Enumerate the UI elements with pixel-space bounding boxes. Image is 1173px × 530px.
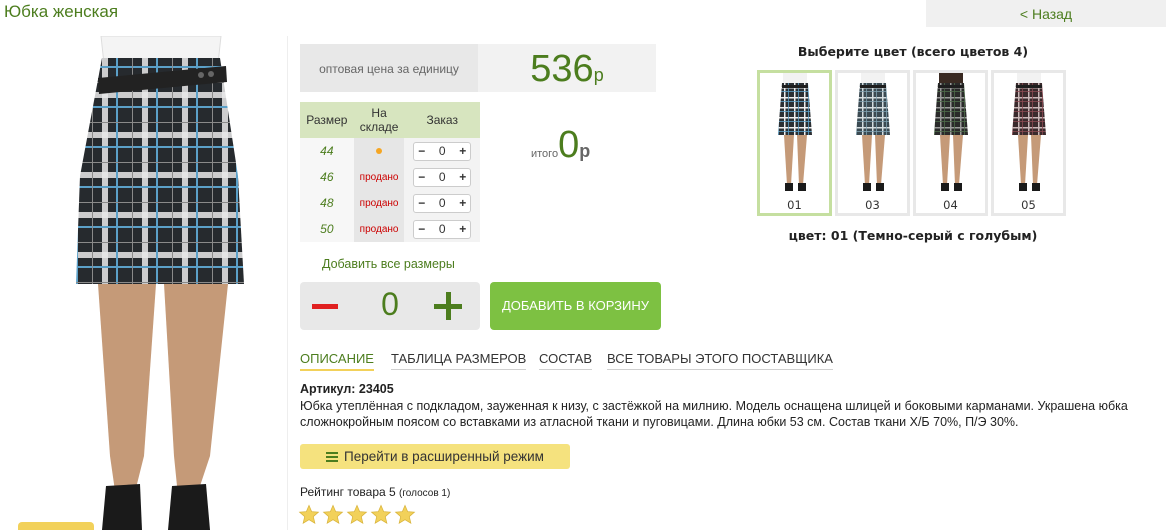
quantity-value: 0	[381, 286, 399, 322]
size-qty-plus-button[interactable]: +	[459, 222, 466, 236]
total-label: итого	[531, 148, 559, 160]
size-qty-plus-button[interactable]: +	[459, 144, 466, 158]
size-row: 50 продано −0 +	[300, 216, 480, 242]
total-box: итого0р	[531, 124, 590, 167]
price-number: 536	[530, 48, 594, 90]
size-value: 50	[300, 216, 354, 242]
article-number: Артикул: 23405	[300, 382, 394, 396]
size-qty-value[interactable]: 0	[439, 196, 446, 210]
size-row: 48 продано −0 +	[300, 190, 480, 216]
size-stock-status: продано	[353, 216, 405, 242]
page-title: Юбка женская	[4, 2, 119, 21]
tab-supplier-products[interactable]: ВСЕ ТОВАРЫ ЭТОГО ПОСТАВЩИКА	[607, 351, 833, 370]
size-qty-value[interactable]: 0	[439, 222, 446, 236]
sizes-table: Размер На складе Заказ 44−0 +46 продано −0 +…	[300, 102, 480, 242]
size-stock-status: продано	[353, 190, 405, 216]
back-link[interactable]: < Назад	[926, 0, 1166, 27]
tab-composition[interactable]: СОСТАВ	[539, 351, 593, 370]
swatch-photo	[856, 73, 890, 191]
selected-color-caption: цвет: 01 (Темно-серый с голубым)	[788, 228, 1038, 243]
tab-description[interactable]: ОПИСАНИЕ	[300, 351, 374, 371]
size-qty-stepper: −0 +	[413, 193, 472, 213]
total-value: 0	[558, 124, 580, 166]
size-order-cell: −0 +	[404, 190, 480, 216]
add-all-sizes-link[interactable]: Добавить все размеры	[322, 257, 455, 271]
color-swatch-01[interactable]: 01	[757, 70, 832, 216]
rating-line: Рейтинг товара 5 (голосов 1)	[300, 485, 450, 499]
product-main-photo[interactable]	[6, 36, 288, 530]
size-value: 44	[300, 138, 354, 164]
photo-tab-marker[interactable]	[18, 522, 94, 530]
sizes-header-stock: На складе	[353, 102, 405, 138]
star-icon[interactable]	[370, 504, 392, 526]
color-swatch-03[interactable]: 03	[835, 70, 910, 216]
size-qty-stepper: −0 +	[413, 219, 472, 239]
price-label: оптовая цена за единицу	[300, 44, 478, 92]
quantity-plus-button[interactable]	[434, 291, 462, 321]
in-stock-dot-icon	[376, 147, 383, 154]
add-to-cart-button[interactable]: ДОБАВИТЬ В КОРЗИНУ	[490, 282, 661, 330]
star-icon[interactable]	[346, 504, 368, 526]
size-qty-plus-button[interactable]: +	[459, 170, 466, 184]
size-stock-status: продано	[353, 164, 405, 190]
swatch-photo	[1012, 73, 1046, 191]
size-qty-value[interactable]: 0	[439, 144, 446, 158]
price-value: 536р	[478, 44, 656, 92]
swatch-label: 04	[943, 198, 958, 212]
swatch-label: 03	[865, 198, 880, 212]
total-currency: р	[579, 141, 591, 161]
rating-stars	[298, 504, 416, 528]
size-qty-plus-button[interactable]: +	[459, 196, 466, 210]
rating-text: Рейтинг товара 5	[300, 485, 396, 499]
size-value: 46	[300, 164, 354, 190]
quantity-stepper: 0	[300, 282, 480, 330]
extended-mode-button[interactable]: Перейти в расширенный режим	[300, 444, 570, 469]
product-description: Юбка утеплённая с подкладом, зауженная к…	[300, 399, 1128, 429]
size-qty-stepper: −0 +	[413, 141, 472, 161]
sizes-header-size: Размер	[300, 102, 354, 138]
size-row: 44 −0 +	[300, 138, 480, 164]
list-icon	[326, 451, 339, 463]
star-icon[interactable]	[394, 504, 416, 526]
swatch-label: 01	[787, 198, 802, 212]
star-icon[interactable]	[298, 504, 320, 526]
color-picker-heading: Выберите цвет (всего цветов 4)	[797, 44, 1029, 59]
size-order-cell: −0 +	[404, 216, 480, 242]
price-box: оптовая цена за единицу 536р	[300, 44, 656, 92]
size-row: 46 продано −0 +	[300, 164, 480, 190]
quantity-minus-button[interactable]	[312, 291, 340, 321]
size-qty-stepper: −0 +	[413, 167, 472, 187]
size-qty-minus-button[interactable]: −	[418, 196, 425, 210]
rating-votes: (голосов 1)	[399, 488, 451, 499]
swatch-photo	[778, 73, 812, 191]
size-qty-minus-button[interactable]: −	[418, 222, 425, 236]
color-swatch-05[interactable]: 05	[991, 70, 1066, 216]
size-value: 48	[300, 190, 354, 216]
star-icon[interactable]	[322, 504, 344, 526]
tab-size-chart[interactable]: ТАБЛИЦА РАЗМЕРОВ	[391, 351, 527, 370]
swatch-photo	[934, 73, 968, 191]
price-currency: р	[593, 65, 604, 85]
size-order-cell: −0 +	[404, 164, 480, 190]
size-qty-minus-button[interactable]: −	[418, 144, 425, 158]
size-stock-status	[353, 138, 405, 164]
size-qty-value[interactable]: 0	[439, 170, 446, 184]
swatch-label: 05	[1021, 198, 1036, 212]
sizes-header-order: Заказ	[404, 102, 480, 138]
extended-mode-label: Перейти в расширенный режим	[344, 449, 544, 464]
size-qty-minus-button[interactable]: −	[418, 170, 425, 184]
size-order-cell: −0 +	[404, 138, 480, 164]
color-swatch-04[interactable]: 04	[913, 70, 988, 216]
